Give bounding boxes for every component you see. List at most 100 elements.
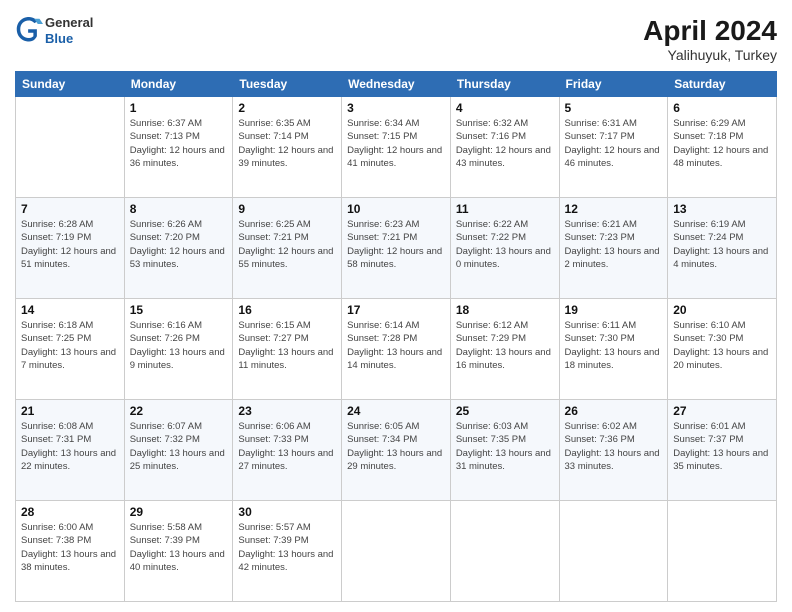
day-number: 4 xyxy=(456,101,554,115)
day-info: Sunrise: 6:19 AMSunset: 7:24 PMDaylight:… xyxy=(673,218,771,271)
day-cell: 3 Sunrise: 6:34 AMSunset: 7:15 PMDaylight… xyxy=(342,97,451,198)
day-cell: 7 Sunrise: 6:28 AMSunset: 7:19 PMDaylight… xyxy=(16,198,125,299)
day-number: 15 xyxy=(130,303,228,317)
day-cell: 27 Sunrise: 6:01 AMSunset: 7:37 PMDayligh… xyxy=(668,400,777,501)
day-info: Sunrise: 6:14 AMSunset: 7:28 PMDaylight:… xyxy=(347,319,445,372)
week-row-5: 28Sunrise: 6:00 AMSunset: 7:38 PMDayligh… xyxy=(16,501,777,602)
day-cell: 29 Sunrise: 5:58 AMSunset: 7:39 PMDayligh… xyxy=(124,501,233,602)
day-info: Sunrise: 6:08 AMSunset: 7:31 PMDaylight:… xyxy=(21,420,119,473)
day-number: 8 xyxy=(130,202,228,216)
day-info: Sunrise: 6:02 AMSunset: 7:36 PMDaylight:… xyxy=(565,420,663,473)
day-cell xyxy=(559,501,668,602)
day-info: Sunrise: 6:23 AMSunset: 7:21 PMDaylight:… xyxy=(347,218,445,271)
day-cell: 21 Sunrise: 6:08 AMSunset: 7:31 PMDayligh… xyxy=(16,400,125,501)
logo-icon xyxy=(15,17,43,45)
week-row-4: 21 Sunrise: 6:08 AMSunset: 7:31 PMDayligh… xyxy=(16,400,777,501)
day-number: 27 xyxy=(673,404,771,418)
logo-general-text: General xyxy=(45,15,93,31)
day-number: 5 xyxy=(565,101,663,115)
column-header-saturday: Saturday xyxy=(668,72,777,97)
day-cell: 12 Sunrise: 6:21 AMSunset: 7:23 PMDayligh… xyxy=(559,198,668,299)
day-info: Sunrise: 6:18 AMSunset: 7:25 PMDaylight:… xyxy=(21,319,119,372)
day-number: 12 xyxy=(565,202,663,216)
day-number: 16 xyxy=(238,303,336,317)
day-number: 14 xyxy=(21,303,119,317)
logo-blue-text: Blue xyxy=(45,31,93,47)
day-cell: 15Sunrise: 6:16 AMSunset: 7:26 PMDayligh… xyxy=(124,299,233,400)
day-cell: 25Sunrise: 6:03 AMSunset: 7:35 PMDayligh… xyxy=(450,400,559,501)
week-row-3: 14 Sunrise: 6:18 AMSunset: 7:25 PMDayligh… xyxy=(16,299,777,400)
day-info: Sunrise: 6:26 AMSunset: 7:20 PMDaylight:… xyxy=(130,218,228,271)
day-number: 21 xyxy=(21,404,119,418)
day-cell: 13Sunrise: 6:19 AMSunset: 7:24 PMDayligh… xyxy=(668,198,777,299)
day-cell: 24 Sunrise: 6:05 AMSunset: 7:34 PMDayligh… xyxy=(342,400,451,501)
day-cell: 8 Sunrise: 6:26 AMSunset: 7:20 PMDaylight… xyxy=(124,198,233,299)
day-cell: 11Sunrise: 6:22 AMSunset: 7:22 PMDayligh… xyxy=(450,198,559,299)
day-cell: 10 Sunrise: 6:23 AMSunset: 7:21 PMDayligh… xyxy=(342,198,451,299)
day-cell: 30Sunrise: 5:57 AMSunset: 7:39 PMDayligh… xyxy=(233,501,342,602)
day-info: Sunrise: 6:15 AMSunset: 7:27 PMDaylight:… xyxy=(238,319,336,372)
day-cell: 6 Sunrise: 6:29 AMSunset: 7:18 PMDaylight… xyxy=(668,97,777,198)
column-header-wednesday: Wednesday xyxy=(342,72,451,97)
day-cell: 22Sunrise: 6:07 AMSunset: 7:32 PMDayligh… xyxy=(124,400,233,501)
column-header-thursday: Thursday xyxy=(450,72,559,97)
day-number: 19 xyxy=(565,303,663,317)
day-number: 24 xyxy=(347,404,445,418)
logo: General Blue xyxy=(15,15,93,46)
day-number: 26 xyxy=(565,404,663,418)
day-info: Sunrise: 6:21 AMSunset: 7:23 PMDaylight:… xyxy=(565,218,663,271)
column-header-sunday: Sunday xyxy=(16,72,125,97)
day-cell: 9 Sunrise: 6:25 AMSunset: 7:21 PMDaylight… xyxy=(233,198,342,299)
column-header-tuesday: Tuesday xyxy=(233,72,342,97)
day-number: 1 xyxy=(130,101,228,115)
day-info: Sunrise: 6:32 AMSunset: 7:16 PMDaylight:… xyxy=(456,117,554,170)
day-cell: 14 Sunrise: 6:18 AMSunset: 7:25 PMDayligh… xyxy=(16,299,125,400)
day-cell: 19 Sunrise: 6:11 AMSunset: 7:30 PMDayligh… xyxy=(559,299,668,400)
header: General Blue April 2024 Yalihuyuk, Turke… xyxy=(15,15,777,63)
day-info: Sunrise: 6:12 AMSunset: 7:29 PMDaylight:… xyxy=(456,319,554,372)
day-number: 10 xyxy=(347,202,445,216)
day-number: 7 xyxy=(21,202,119,216)
day-number: 30 xyxy=(238,505,336,519)
column-header-monday: Monday xyxy=(124,72,233,97)
day-number: 2 xyxy=(238,101,336,115)
day-number: 17 xyxy=(347,303,445,317)
day-info: Sunrise: 6:00 AMSunset: 7:38 PMDaylight:… xyxy=(21,521,119,574)
day-number: 6 xyxy=(673,101,771,115)
main-title: April 2024 xyxy=(643,15,777,47)
day-info: Sunrise: 6:25 AMSunset: 7:21 PMDaylight:… xyxy=(238,218,336,271)
day-info: Sunrise: 6:01 AMSunset: 7:37 PMDaylight:… xyxy=(673,420,771,473)
day-info: Sunrise: 6:31 AMSunset: 7:17 PMDaylight:… xyxy=(565,117,663,170)
logo-text: General Blue xyxy=(45,15,93,46)
day-cell: 5 Sunrise: 6:31 AMSunset: 7:17 PMDaylight… xyxy=(559,97,668,198)
day-number: 23 xyxy=(238,404,336,418)
day-number: 9 xyxy=(238,202,336,216)
day-cell xyxy=(342,501,451,602)
day-cell xyxy=(450,501,559,602)
day-cell: 26 Sunrise: 6:02 AMSunset: 7:36 PMDayligh… xyxy=(559,400,668,501)
subtitle: Yalihuyuk, Turkey xyxy=(643,47,777,63)
day-info: Sunrise: 6:35 AMSunset: 7:14 PMDaylight:… xyxy=(238,117,336,170)
day-cell: 28Sunrise: 6:00 AMSunset: 7:38 PMDayligh… xyxy=(16,501,125,602)
day-number: 29 xyxy=(130,505,228,519)
day-number: 20 xyxy=(673,303,771,317)
day-cell: 20 Sunrise: 6:10 AMSunset: 7:30 PMDayligh… xyxy=(668,299,777,400)
day-info: Sunrise: 6:28 AMSunset: 7:19 PMDaylight:… xyxy=(21,218,119,271)
day-number: 22 xyxy=(130,404,228,418)
day-info: Sunrise: 6:03 AMSunset: 7:35 PMDaylight:… xyxy=(456,420,554,473)
day-info: Sunrise: 6:11 AMSunset: 7:30 PMDaylight:… xyxy=(565,319,663,372)
day-info: Sunrise: 6:10 AMSunset: 7:30 PMDaylight:… xyxy=(673,319,771,372)
day-number: 11 xyxy=(456,202,554,216)
day-number: 3 xyxy=(347,101,445,115)
day-info: Sunrise: 6:34 AMSunset: 7:15 PMDaylight:… xyxy=(347,117,445,170)
title-block: April 2024 Yalihuyuk, Turkey xyxy=(643,15,777,63)
column-header-friday: Friday xyxy=(559,72,668,97)
day-info: Sunrise: 5:58 AMSunset: 7:39 PMDaylight:… xyxy=(130,521,228,574)
week-row-2: 7 Sunrise: 6:28 AMSunset: 7:19 PMDaylight… xyxy=(16,198,777,299)
day-cell: 2 Sunrise: 6:35 AMSunset: 7:14 PMDaylight… xyxy=(233,97,342,198)
day-info: Sunrise: 6:06 AMSunset: 7:33 PMDaylight:… xyxy=(238,420,336,473)
day-cell xyxy=(668,501,777,602)
page: General Blue April 2024 Yalihuyuk, Turke… xyxy=(0,0,792,612)
day-info: Sunrise: 6:05 AMSunset: 7:34 PMDaylight:… xyxy=(347,420,445,473)
day-info: Sunrise: 6:29 AMSunset: 7:18 PMDaylight:… xyxy=(673,117,771,170)
